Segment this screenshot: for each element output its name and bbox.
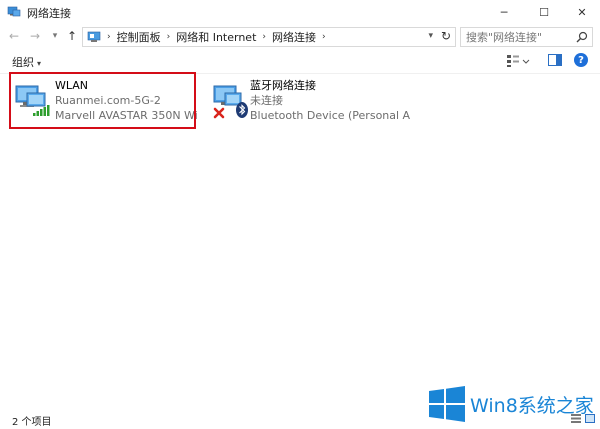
up-button[interactable]: ↑ bbox=[64, 28, 80, 44]
organize-label: 组织 bbox=[12, 56, 34, 69]
watermark-text: Win8系统之家 bbox=[470, 394, 594, 417]
close-button[interactable]: ✕ bbox=[566, 0, 598, 24]
minimize-button[interactable]: ─ bbox=[488, 0, 520, 24]
window-title: 网络连接 bbox=[27, 7, 71, 20]
connection-status: 未连接 bbox=[250, 94, 283, 107]
chevron-down-icon: ▾ bbox=[37, 59, 42, 68]
connection-status: Ruanmei.com-5G-2 bbox=[55, 94, 161, 107]
connection-name: 蓝牙网络连接 bbox=[250, 79, 316, 92]
breadcrumb-separator: › bbox=[107, 32, 111, 42]
breadcrumb-separator[interactable]: › bbox=[167, 32, 171, 42]
close-icon: ✕ bbox=[577, 5, 587, 19]
bluetooth-network-icon bbox=[213, 85, 248, 119]
connection-item-wlan[interactable]: WLAN Ruanmei.com-5G-2 Marvell AVASTAR 35… bbox=[8, 72, 198, 130]
chevron-down-icon: ▾ bbox=[52, 31, 58, 41]
connection-name: WLAN bbox=[55, 79, 89, 92]
back-arrow-icon: ← bbox=[8, 29, 20, 43]
forward-button[interactable]: → bbox=[27, 28, 43, 44]
breadcrumb-separator[interactable]: › bbox=[322, 32, 326, 42]
preview-pane-icon[interactable] bbox=[548, 54, 562, 66]
breadcrumb-separator[interactable]: › bbox=[262, 32, 266, 42]
organize-menu-button[interactable]: 组织 ▾ bbox=[12, 54, 41, 70]
item-count: 2 个项目 bbox=[12, 417, 52, 428]
search-input[interactable] bbox=[466, 30, 576, 44]
breadcrumb-network-connections[interactable]: 网络连接 bbox=[272, 29, 316, 45]
control-panel-icon bbox=[87, 31, 101, 42]
maximize-button[interactable]: ☐ bbox=[528, 0, 560, 24]
back-button[interactable]: ← bbox=[6, 28, 22, 44]
connection-details: WLAN Ruanmei.com-5G-2 Marvell AVASTAR 35… bbox=[55, 78, 198, 123]
recent-locations-button[interactable]: ▾ bbox=[47, 28, 63, 44]
connection-device: Marvell AVASTAR 350N Wireless... bbox=[55, 109, 198, 122]
address-bar[interactable]: › 控制面板 › 网络和 Internet › 网络连接 › ▾ ↻ bbox=[82, 27, 456, 47]
watermark: Win8系统之家 bbox=[428, 386, 594, 422]
connection-device: Bluetooth Device (Personal Area Network) bbox=[250, 109, 410, 122]
refresh-icon[interactable]: ↻ bbox=[441, 29, 451, 43]
connection-details: 蓝牙网络连接 未连接 Bluetooth Device (Personal Ar… bbox=[250, 78, 410, 123]
help-icon: ? bbox=[578, 54, 584, 66]
help-button[interactable]: ? bbox=[574, 53, 588, 67]
navigation-bar: ← → ▾ ↑ › 控制面板 › 网络和 Internet › 网络连接 › ▾… bbox=[0, 24, 600, 48]
maximize-icon: ☐ bbox=[539, 5, 549, 19]
change-view-button[interactable] bbox=[506, 53, 530, 69]
windows-logo-icon bbox=[429, 386, 465, 422]
up-arrow-icon: ↑ bbox=[66, 29, 78, 43]
search-icon[interactable] bbox=[576, 31, 588, 43]
address-dropdown-icon[interactable]: ▾ bbox=[428, 31, 433, 41]
connection-item-bluetooth[interactable]: 蓝牙网络连接 未连接 Bluetooth Device (Personal Ar… bbox=[206, 72, 410, 130]
command-bar: 组织 ▾ ? bbox=[0, 48, 600, 74]
forward-arrow-icon: → bbox=[29, 29, 41, 43]
minimize-icon: ─ bbox=[500, 5, 508, 19]
wifi-network-icon bbox=[15, 85, 50, 116]
network-connections-icon bbox=[7, 6, 21, 17]
title-bar: 网络连接 ─ ☐ ✕ bbox=[0, 0, 600, 24]
search-box[interactable] bbox=[460, 27, 593, 47]
breadcrumb-network-internet[interactable]: 网络和 Internet bbox=[176, 29, 256, 45]
breadcrumb-control-panel[interactable]: 控制面板 bbox=[117, 29, 161, 45]
view-options-icon bbox=[507, 55, 530, 67]
